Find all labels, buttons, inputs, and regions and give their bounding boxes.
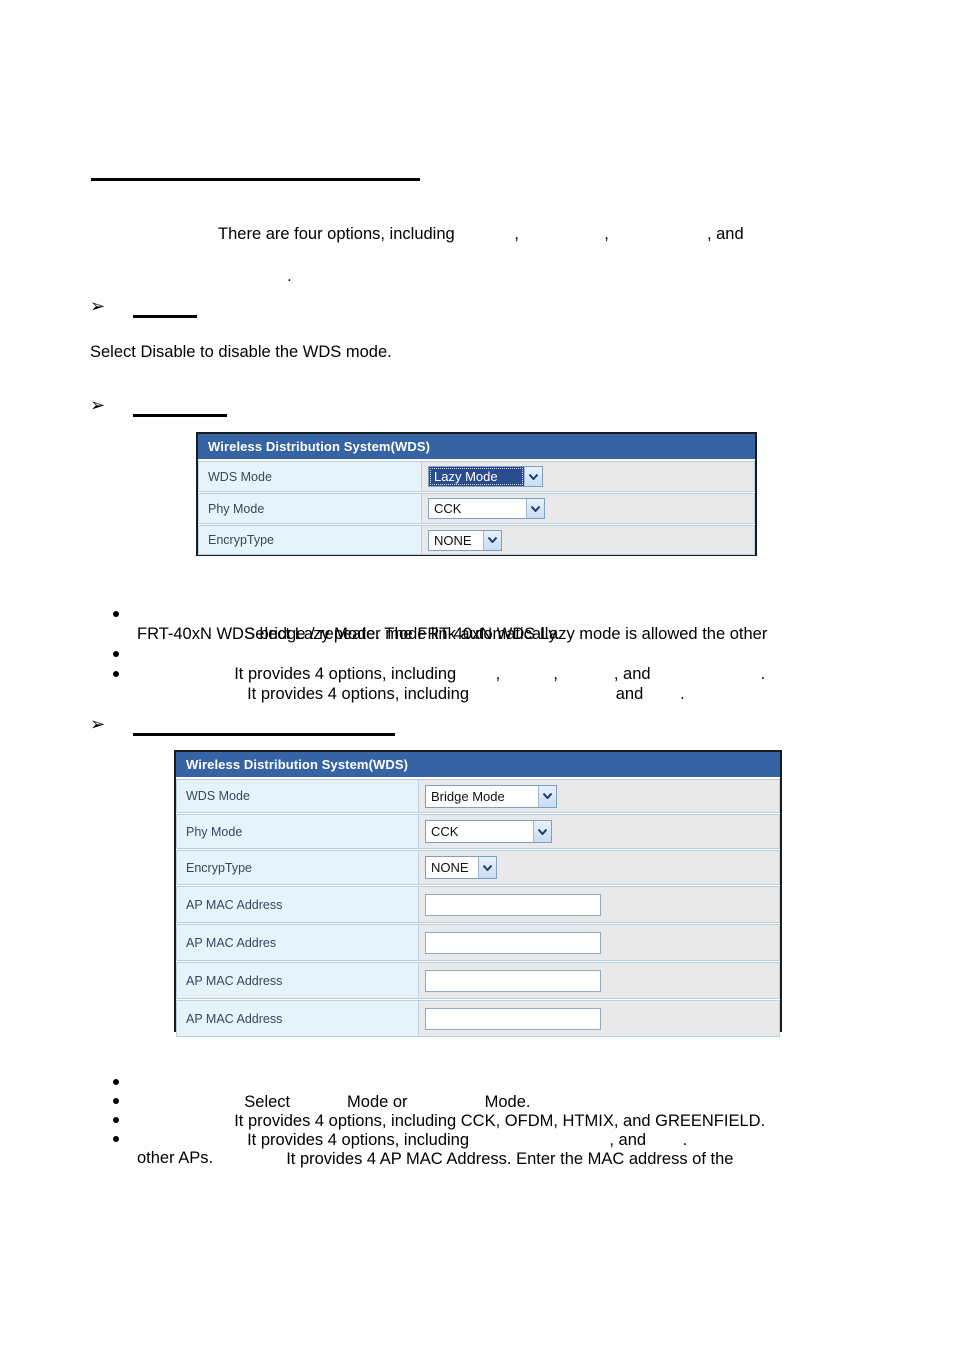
value-cell-encryp-type: NONE [419,850,780,885]
bridge-bullet-ap-mac: AP MAC Address:It provides 4 AP MAC Addr… [137,1128,733,1191]
list-bullet-icon [113,611,119,617]
list-bullet-icon [113,1136,119,1142]
label-wds-mode: WDS Mode [198,461,422,492]
value-cell-ap-mac-1 [419,886,780,923]
phy-mode-select-value: CCK [431,824,459,839]
list-bullet-icon [113,1117,119,1123]
chevron-down-icon[interactable] [526,499,544,518]
value-cell-ap-mac-4 [419,1000,780,1037]
heading-rule-disable [133,315,197,318]
lazy-bullet-encryp-type: EncrypType:It provides 4 options, includ… [137,663,685,726]
manual-page: WDS Mode There are four options, includi… [0,0,954,1350]
chevron-down-icon[interactable] [524,467,542,486]
intro-period: . [287,267,292,285]
wds-panel-lazy: Wireless Distribution System(WDS) WDS Mo… [196,432,757,556]
wds-panel-bridge-row-ap-mac-3: AP MAC Address [176,961,780,999]
wds-panel-bridge-row-ap-mac-1: AP MAC Address [176,885,780,923]
bridge-bullet-ap-mac-text: It provides 4 AP MAC Address. Enter the … [286,1150,734,1168]
heading-rule-lazy-mode [133,414,227,417]
intro-paragraph-line2: Repeater Mode. [155,245,292,308]
label-encryp-type: EncrypType [198,525,422,555]
label-ap-mac-address-1: AP MAC Address [176,886,419,923]
chevron-down-icon[interactable] [483,530,501,550]
intro-sep-1: , [514,225,524,243]
label-phy-mode: Phy Mode [198,493,422,524]
lazy-phy-end: . [760,665,766,683]
intro-sep-2: , [604,225,614,243]
wds-mode-select-value: Bridge Mode [431,788,505,804]
phy-mode-select[interactable]: CCK [428,498,545,519]
ap-mac-address-input-2[interactable] [425,931,601,954]
encryp-type-select-value: NONE [434,532,472,548]
bridge-bullet-ap-mac-text2: other APs. [137,1149,214,1167]
wds-panel-bridge-row-ap-mac-4: AP MAC Address [176,999,780,1037]
value-cell-phy-mode: CCK [422,493,755,524]
wds-panel-bridge-row-wds-mode: WDS Mode Bridge Mode [176,778,780,813]
arrow-bullet-icon-disable: ➢ [90,296,106,317]
lazy-encryp-sep: and [611,685,647,703]
arrow-bullet-icon-bridge-repeater: ➢ [90,714,106,735]
label-wds-mode: WDS Mode [176,779,419,813]
wds-panel-bridge-row-encryp-type: EncrypType NONE [176,849,780,885]
label-encryp-type: EncrypType [176,850,419,885]
phy-mode-select-value: CCK [434,501,462,516]
heading-rule-wds-mode [91,178,420,181]
encryp-type-select-value: NONE [431,860,469,875]
heading-rule-bridge-repeater [133,733,395,736]
list-bullet-icon [113,671,119,677]
wds-mode-select-value: Lazy Mode [429,467,524,486]
value-cell-phy-mode: CCK [419,814,780,849]
lazy-bullet-encryp-type-text: It provides 4 options, including [247,685,474,703]
wds-mode-select[interactable]: Bridge Mode [425,784,557,808]
intro-text-a: There are four options, including [218,225,460,243]
list-bullet-icon [113,651,119,657]
intro-sep-3: , and [706,225,749,243]
wds-panel-bridge-row-phy-mode: Phy Mode CCK [176,813,780,849]
list-bullet-icon [113,1098,119,1104]
encryp-type-select[interactable]: NONE [428,529,502,551]
label-ap-mac-address-3: AP MAC Address [176,962,419,999]
lazy-encryp-end: . [680,685,685,703]
chevron-down-icon[interactable] [538,785,556,807]
chevron-down-icon[interactable] [533,821,551,842]
value-cell-ap-mac-2 [419,924,780,961]
wds-panel-lazy-row-wds-mode: WDS Mode Lazy Mode [198,460,755,492]
wds-panel-lazy-title: Wireless Distribution System(WDS) [198,434,755,460]
wds-panel-lazy-row-encryp-type: EncrypType NONE [198,524,755,555]
value-cell-ap-mac-3 [419,962,780,999]
phy-mode-select[interactable]: CCK [425,820,552,843]
wds-panel-bridge-row-ap-mac-2: AP MAC Addres [176,923,780,961]
value-cell-wds-mode: Bridge Mode [419,779,780,813]
value-cell-encryp-type: NONE [422,525,755,555]
wds-panel-bridge-title: Wireless Distribution System(WDS) [176,752,780,778]
wds-panel-lazy-row-phy-mode: Phy Mode CCK [198,492,755,524]
value-cell-wds-mode: Lazy Mode [422,461,755,492]
list-bullet-icon [113,1079,119,1085]
ap-mac-address-input-3[interactable] [425,969,601,992]
ap-mac-address-input-4[interactable] [425,1007,601,1030]
label-phy-mode: Phy Mode [176,814,419,849]
wds-panel-bridge: Wireless Distribution System(WDS) WDS Mo… [174,750,782,1037]
ap-mac-address-input-1[interactable] [425,893,601,916]
wds-mode-select[interactable]: Lazy Mode [428,466,543,487]
chevron-down-icon[interactable] [478,857,496,878]
label-ap-mac-address-4: AP MAC Address [176,1000,419,1037]
disable-paragraph: Select Disable to disable the WDS mode. [90,343,392,361]
encryp-type-select[interactable]: NONE [425,856,497,879]
label-ap-mac-address-2: AP MAC Addres [176,924,419,961]
arrow-bullet-icon-lazy-mode: ➢ [90,395,106,416]
lazy-bullet-wds-mode-text2: FRT-40xN WDS bridge / repeater mode link… [137,625,561,643]
